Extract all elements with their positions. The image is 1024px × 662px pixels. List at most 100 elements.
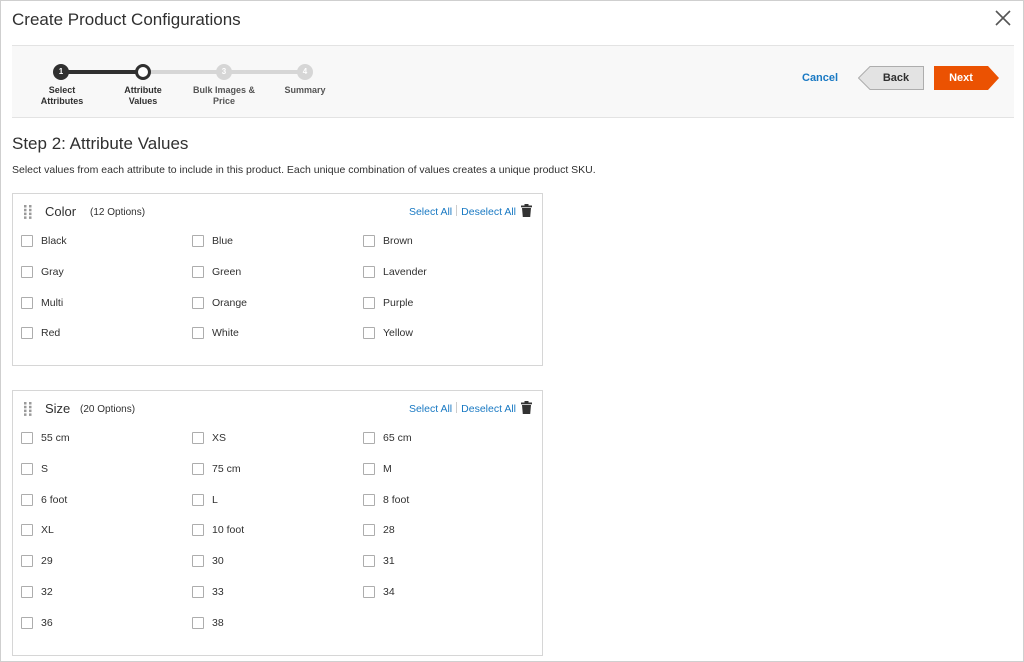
deselect-all-link[interactable]: Deselect All [461,403,516,415]
next-button-label: Next [949,72,973,84]
option-checkbox[interactable] [192,617,204,629]
steps-progress-bar: 1 3 4 Select Attributes Attribute Values… [12,45,1014,118]
option-label: 8 foot [383,494,410,506]
option-label: 55 cm [41,432,70,444]
option-checkbox[interactable] [192,297,204,309]
option-checkbox[interactable] [21,266,33,278]
deselect-all-link[interactable]: Deselect All [461,206,516,218]
attribute-name: Color [45,204,77,219]
option-label: L [212,494,218,506]
option-label: Lavender [383,266,427,278]
option-checkbox[interactable] [21,327,33,339]
option-label: 28 [383,524,395,536]
option-checkbox[interactable] [21,555,33,567]
option-label: S [41,463,49,475]
option-checkbox[interactable] [363,494,375,506]
option-label: 36 [41,617,53,629]
step-2-label: Attribute Values [124,85,162,106]
close-icon[interactable] [993,8,1013,28]
option-checkbox[interactable] [21,432,33,444]
back-button[interactable]: Back [858,66,924,90]
divider [456,402,458,413]
page-title: Step 2: Attribute Values [12,134,189,153]
attribute-option-count: (12 Options) [90,207,146,218]
next-button[interactable]: Next [934,66,1000,90]
attribute-name: Size [45,401,71,416]
option-label: Brown [383,235,413,247]
option-checkbox[interactable] [192,524,204,536]
option-checkbox[interactable] [192,463,204,475]
option-label: Red [41,327,61,339]
option-checkbox[interactable] [363,555,375,567]
option-checkbox[interactable] [363,524,375,536]
option-checkbox[interactable] [192,327,204,339]
option-label: 30 [212,555,224,567]
option-label: Green [212,266,242,278]
option-checkbox[interactable] [363,235,375,247]
cancel-button[interactable]: Cancel [802,72,838,84]
page-description: Select values from each attribute to inc… [12,164,596,176]
option-checkbox[interactable] [21,494,33,506]
attribute-panel-color: Color (12 Options) Select All Deselect Al… [12,193,543,366]
option-checkbox[interactable] [21,463,33,475]
back-button-label: Back [882,72,910,84]
create-product-configurations-modal: Create Product Configurations 1 3 4 Sele… [0,0,1024,662]
option-checkbox[interactable] [363,327,375,339]
option-label: 75 cm [212,463,241,475]
step-3-dot: 3 [216,64,232,80]
option-label: 10 foot [212,524,245,536]
option-checkbox[interactable] [21,586,33,598]
option-checkbox[interactable] [363,266,375,278]
option-checkbox[interactable] [192,586,204,598]
option-label: 33 [212,586,224,598]
option-label: 32 [41,586,53,598]
option-checkbox[interactable] [363,432,375,444]
trash-icon[interactable] [521,401,532,414]
option-checkbox[interactable] [363,586,375,598]
option-label: White [212,327,239,339]
option-checkbox[interactable] [21,235,33,247]
step-4-dot: 4 [297,64,313,80]
option-label: 29 [41,555,53,567]
step-1-label[interactable]: Select Attributes [17,85,107,107]
option-checkbox[interactable] [192,555,204,567]
option-label: 38 [212,617,224,629]
step-3-label: Bulk Images & Price [192,85,256,106]
option-label: Purple [383,297,414,309]
option-label: Orange [212,297,248,309]
option-label: Blue [212,235,234,247]
option-label: Yellow [383,327,413,339]
modal-title: Create Product Configurations [12,10,241,29]
option-checkbox[interactable] [363,463,375,475]
trash-icon[interactable] [521,204,532,217]
option-checkbox[interactable] [192,432,204,444]
option-label: 34 [383,586,395,598]
option-checkbox[interactable] [192,266,204,278]
drag-handle-icon[interactable] [24,402,32,416]
step-connector-done [61,70,143,74]
select-all-link[interactable]: Select All [409,206,452,218]
option-checkbox[interactable] [21,297,33,309]
option-label: Multi [41,297,64,309]
select-all-link[interactable]: Select All [409,403,452,415]
step-4-label: Summary [284,85,326,95]
option-checkbox[interactable] [192,235,204,247]
attribute-actions: Select All Deselect All [409,205,516,218]
option-checkbox[interactable] [21,617,33,629]
attribute-option-count: (20 Options) [80,404,136,415]
option-label: Gray [41,266,64,278]
option-checkbox[interactable] [363,297,375,309]
option-label: XL [41,524,54,536]
option-checkbox[interactable] [21,524,33,536]
option-label: 65 cm [383,432,412,444]
option-label: XS [212,432,227,444]
step-2-dot [135,64,151,80]
drag-handle-icon[interactable] [24,205,32,219]
option-label: 6 foot [41,494,68,506]
attribute-actions: Select All Deselect All [409,402,516,415]
option-label: Black [41,235,67,247]
option-checkbox[interactable] [192,494,204,506]
option-label: 31 [383,555,395,567]
option-label: M [383,463,392,475]
step-1-dot[interactable]: 1 [53,64,69,80]
